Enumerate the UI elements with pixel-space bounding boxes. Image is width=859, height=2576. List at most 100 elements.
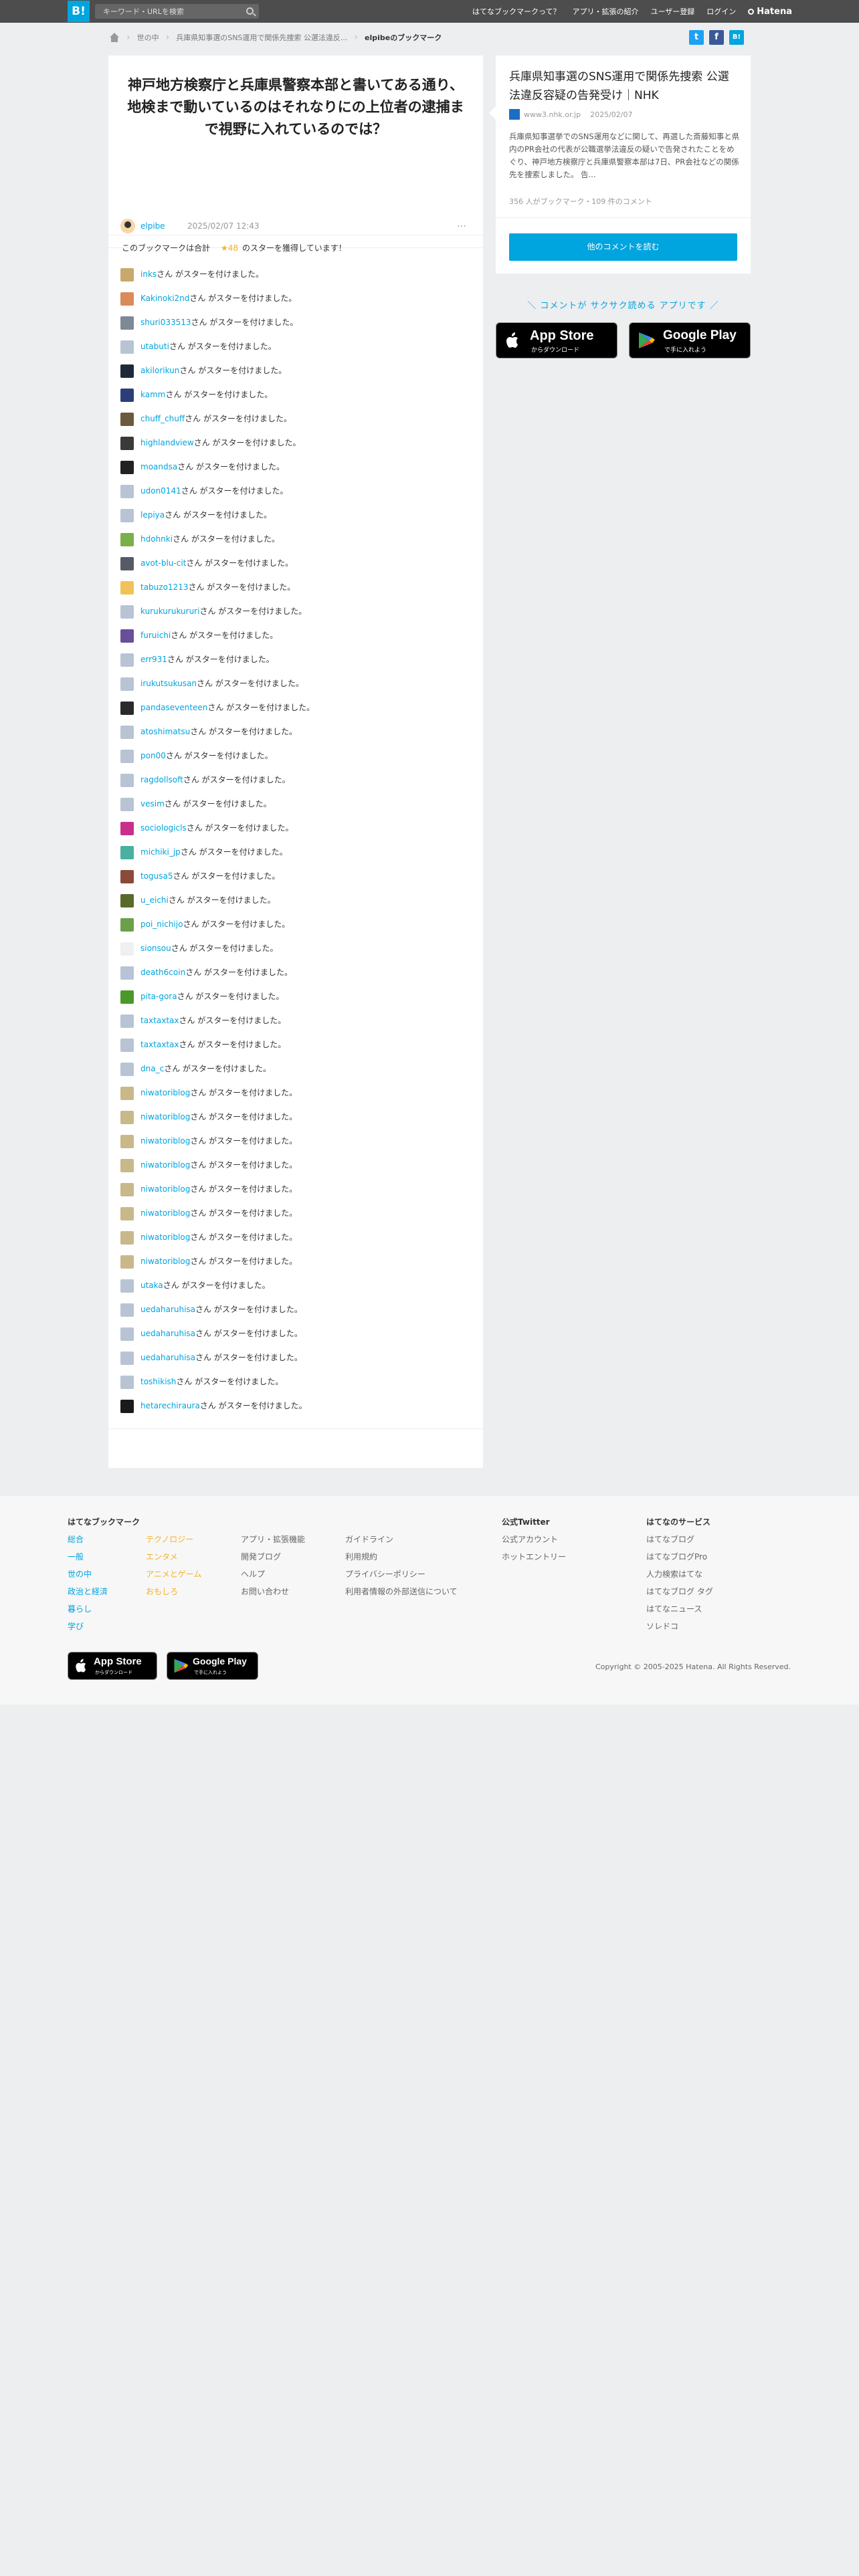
star-user-avatar[interactable] — [120, 1400, 134, 1413]
star-user-name[interactable]: niwatoriblog — [140, 1232, 190, 1242]
star-user-name[interactable]: highlandview — [140, 438, 194, 447]
star-user-avatar[interactable] — [120, 894, 134, 907]
home-icon[interactable] — [109, 33, 120, 42]
footer-google-play-badge[interactable]: Google Play で手に入れよう — [167, 1652, 258, 1680]
footer-link[interactable]: 開発ブログ — [241, 1548, 305, 1566]
star-user-avatar[interactable] — [120, 870, 134, 883]
star-user-name[interactable]: hetarechiraura — [140, 1401, 200, 1410]
star-user-avatar[interactable] — [120, 1087, 134, 1100]
entry-domain[interactable]: www3.nhk.or.jp — [524, 110, 581, 119]
star-user-name[interactable]: chuff_chuff — [140, 414, 185, 423]
star-user-avatar[interactable] — [120, 774, 134, 787]
footer-link[interactable]: お問い合わせ — [241, 1583, 305, 1600]
hatena-brand[interactable]: Hatena — [748, 7, 792, 17]
footer-link[interactable]: プライバシーポリシー — [345, 1566, 458, 1583]
footer-category-link[interactable]: エンタメ — [146, 1548, 201, 1566]
star-user-avatar[interactable] — [120, 653, 134, 667]
nav-register[interactable]: ユーザー登録 — [651, 6, 695, 17]
footer-category-link[interactable]: 一般 — [68, 1548, 108, 1566]
star-user-avatar[interactable] — [120, 389, 134, 402]
star-user-avatar[interactable] — [120, 1303, 134, 1317]
star-user-name[interactable]: togusa5 — [140, 871, 173, 881]
star-user-name[interactable]: kurukurukururi — [140, 607, 199, 616]
star-user-name[interactable]: Kakinoki2nd — [140, 294, 189, 303]
footer-twitter-link[interactable]: ホットエントリー — [502, 1548, 566, 1566]
star-user-name[interactable]: kamm — [140, 390, 165, 399]
star-user-avatar[interactable] — [120, 461, 134, 474]
star-user-name[interactable]: utabuti — [140, 342, 169, 351]
star-user-avatar[interactable] — [120, 1376, 134, 1389]
footer-app-store-badge[interactable]: App Store からダウンロード — [68, 1652, 157, 1680]
footer-service-link[interactable]: はてなブログ — [646, 1531, 713, 1548]
star-user-avatar[interactable] — [120, 292, 134, 306]
entry-title[interactable]: 兵庫県知事選のSNS運用で関係先捜索 公選法違反容疑の告発受け｜NHK — [509, 68, 739, 105]
footer-category-link[interactable]: 政治と経済 — [68, 1583, 108, 1600]
hatebu-logo[interactable]: B! — [68, 1, 90, 22]
star-user-name[interactable]: sociologicls — [140, 823, 187, 833]
star-user-avatar[interactable] — [120, 629, 134, 643]
star-user-avatar[interactable] — [120, 533, 134, 546]
star-user-name[interactable]: akilorikun — [140, 366, 179, 375]
star-user-avatar[interactable] — [120, 316, 134, 330]
footer-category-link[interactable]: 暮らし — [68, 1600, 108, 1618]
star-user-avatar[interactable] — [120, 846, 134, 859]
star-user-name[interactable]: taxtaxtax — [140, 1040, 179, 1049]
star-user-avatar[interactable] — [120, 340, 134, 354]
search-input[interactable] — [95, 4, 259, 19]
nav-about[interactable]: はてなブックマークって？ — [472, 6, 560, 17]
star-user-avatar[interactable] — [120, 1207, 134, 1220]
star-user-name[interactable]: niwatoriblog — [140, 1088, 190, 1097]
star-user-avatar[interactable] — [120, 581, 134, 595]
star-user-avatar[interactable] — [120, 1111, 134, 1124]
star-user-avatar[interactable] — [120, 990, 134, 1004]
star-user-name[interactable]: u_eichi — [140, 895, 169, 905]
breadcrumb-entry[interactable]: 兵庫県知事選のSNS運用で関係先捜索 公選法違反... — [176, 32, 347, 43]
footer-service-link[interactable]: はてなブログPro — [646, 1548, 713, 1566]
nav-apps[interactable]: アプリ・拡張の紹介 — [573, 6, 639, 17]
star-user-name[interactable]: vesim — [140, 799, 165, 809]
star-user-name[interactable]: death6coin — [140, 968, 185, 977]
star-user-name[interactable]: shuri033513 — [140, 318, 191, 327]
star-user-name[interactable]: dna_c — [140, 1064, 164, 1073]
star-user-name[interactable]: niwatoriblog — [140, 1136, 190, 1146]
star-user-avatar[interactable] — [120, 1159, 134, 1172]
star-user-avatar[interactable] — [120, 509, 134, 522]
star-user-avatar[interactable] — [120, 798, 134, 811]
star-user-name[interactable]: niwatoriblog — [140, 1112, 190, 1121]
star-user-name[interactable]: furuichi — [140, 631, 171, 640]
star-user-name[interactable]: ragdollsoft — [140, 775, 183, 784]
footer-service-link[interactable]: はてなニュース — [646, 1600, 713, 1618]
star-user-name[interactable]: niwatoriblog — [140, 1160, 190, 1170]
star-user-avatar[interactable] — [120, 1327, 134, 1341]
star-user-avatar[interactable] — [120, 677, 134, 691]
nav-login[interactable]: ログイン — [706, 6, 736, 17]
facebook-share-icon[interactable]: f — [709, 30, 724, 45]
footer-link[interactable]: 利用者情報の外部送信について — [345, 1583, 458, 1600]
bookmark-user-name[interactable]: elpibe — [140, 221, 165, 231]
star-user-avatar[interactable] — [120, 1063, 134, 1076]
star-user-name[interactable]: niwatoriblog — [140, 1208, 190, 1218]
star-user-avatar[interactable] — [120, 1039, 134, 1052]
star-user-name[interactable]: lepiya — [140, 510, 165, 520]
star-user-name[interactable]: pita-gora — [140, 992, 177, 1001]
star-user-name[interactable]: pandaseventeen — [140, 703, 207, 712]
footer-link[interactable]: ガイドライン — [345, 1531, 458, 1548]
star-user-name[interactable]: tabuzo1213 — [140, 582, 188, 592]
breadcrumb-category[interactable]: 世の中 — [137, 32, 159, 43]
footer-twitter-link[interactable]: 公式アカウント — [502, 1531, 566, 1548]
more-menu-icon[interactable]: … — [457, 219, 467, 229]
star-user-avatar[interactable] — [120, 726, 134, 739]
star-user-avatar[interactable] — [120, 822, 134, 835]
star-user-name[interactable]: pon00 — [140, 751, 166, 760]
footer-link[interactable]: 利用規約 — [345, 1548, 458, 1566]
twitter-share-icon[interactable]: t — [689, 30, 704, 45]
app-store-badge[interactable]: App Store からダウンロード — [496, 322, 617, 358]
hatebu-share-icon[interactable]: B! — [729, 30, 744, 45]
read-comments-button[interactable]: 他のコメントを読む — [509, 233, 737, 261]
star-user-name[interactable]: utaka — [140, 1281, 163, 1290]
footer-link[interactable]: アプリ・拡張機能 — [241, 1531, 305, 1548]
star-user-avatar[interactable] — [120, 1279, 134, 1293]
star-user-name[interactable]: irukutsukusan — [140, 679, 197, 688]
footer-category-link[interactable]: アニメとゲーム — [146, 1566, 201, 1583]
star-user-avatar[interactable] — [120, 1135, 134, 1148]
